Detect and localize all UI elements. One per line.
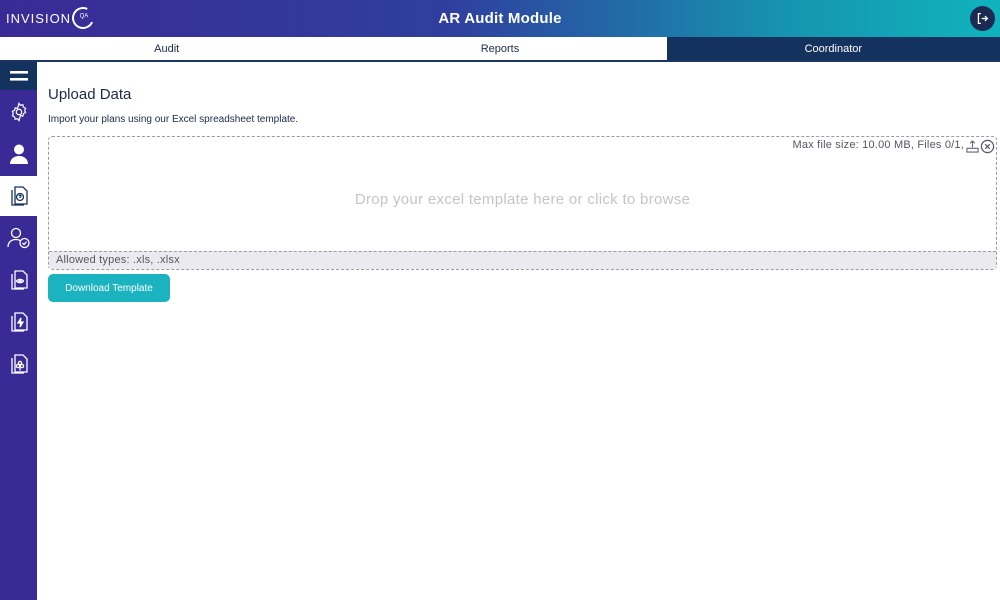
upload-icon[interactable] <box>966 140 979 153</box>
logo: INVISION QA <box>6 3 98 33</box>
dropzone-prompt[interactable]: Drop your excel template here or click t… <box>49 137 996 253</box>
sidebar-item-user-check[interactable] <box>0 218 37 258</box>
logo-text: INVISION <box>6 10 72 26</box>
document-bolt-icon <box>10 312 28 332</box>
settings-icon <box>11 101 26 123</box>
download-template-button[interactable]: Download Template <box>48 274 170 302</box>
sidebar-item-plans[interactable] <box>0 344 37 384</box>
tab-bar: Audit Reports Coordinator <box>0 37 1000 62</box>
page-title: Upload Data <box>48 86 132 103</box>
sidebar-item-review[interactable] <box>0 260 37 300</box>
tab-audit[interactable]: Audit <box>0 37 334 60</box>
app-header: INVISION QA AR Audit Module <box>0 0 1000 37</box>
logo-ring: QA <box>68 3 98 33</box>
sidebar-item-questions[interactable] <box>0 176 37 216</box>
sidebar-item-settings[interactable] <box>0 92 37 132</box>
logout-icon <box>977 12 989 25</box>
sidebar-item-actions[interactable] <box>0 302 37 342</box>
user-icon <box>9 144 28 164</box>
page-subtitle: Import your plans using our Excel spread… <box>48 114 299 125</box>
logo-sub: QA <box>79 13 89 20</box>
tab-reports[interactable]: Reports <box>333 37 667 60</box>
logout-button[interactable] <box>970 6 995 31</box>
sidebar <box>0 62 37 600</box>
app-title: AR Audit Module <box>438 10 562 27</box>
document-flower-icon <box>10 354 28 374</box>
file-dropzone[interactable]: Drop your excel template here or click t… <box>48 136 997 270</box>
clear-icon[interactable] <box>980 139 995 154</box>
user-check-icon <box>6 227 30 249</box>
menu-icon <box>9 71 28 81</box>
dropzone-allowed-types: Allowed types: .xls, .xlsx <box>49 251 996 269</box>
sidebar-menu-toggle[interactable] <box>0 62 37 90</box>
tab-coordinator[interactable]: Coordinator <box>666 37 1000 60</box>
sidebar-item-user[interactable] <box>0 134 37 174</box>
dropzone-file-limits: Max file size: 10.00 MB, Files 0/1, <box>792 139 964 151</box>
document-eye-icon <box>10 270 28 290</box>
document-question-icon <box>10 186 28 206</box>
